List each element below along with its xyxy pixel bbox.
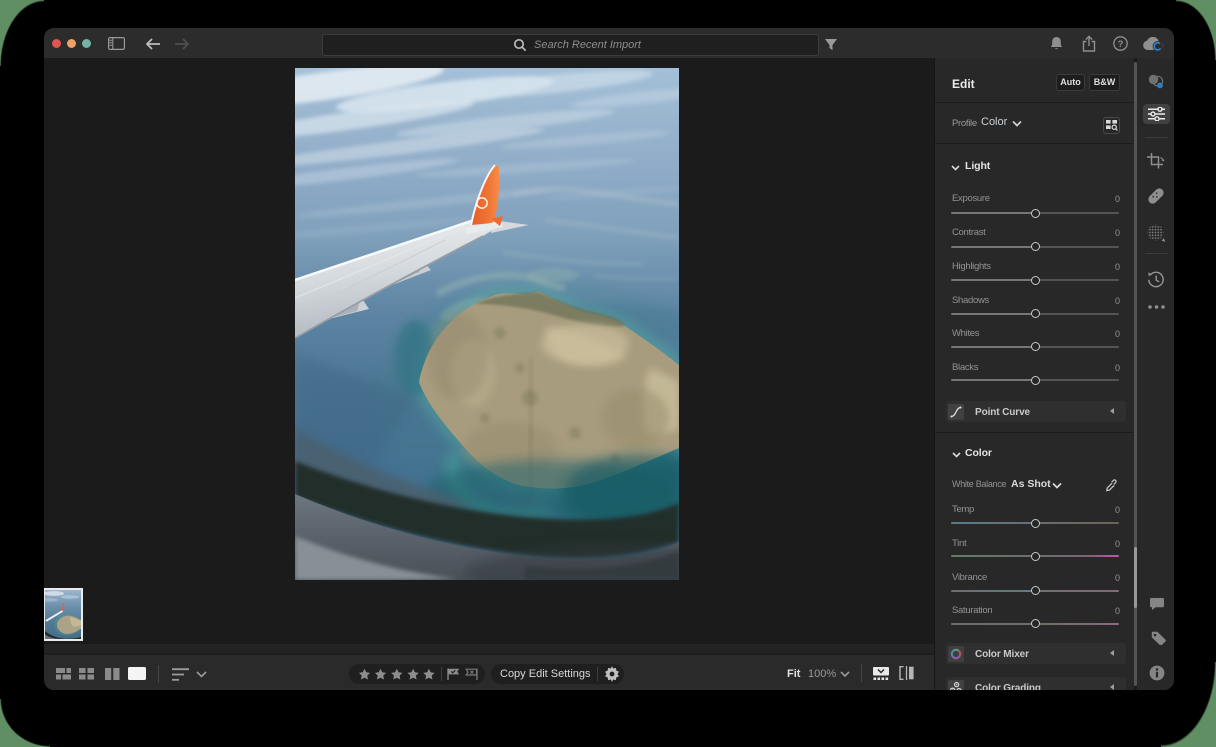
svg-text:?: ?: [1118, 39, 1124, 50]
